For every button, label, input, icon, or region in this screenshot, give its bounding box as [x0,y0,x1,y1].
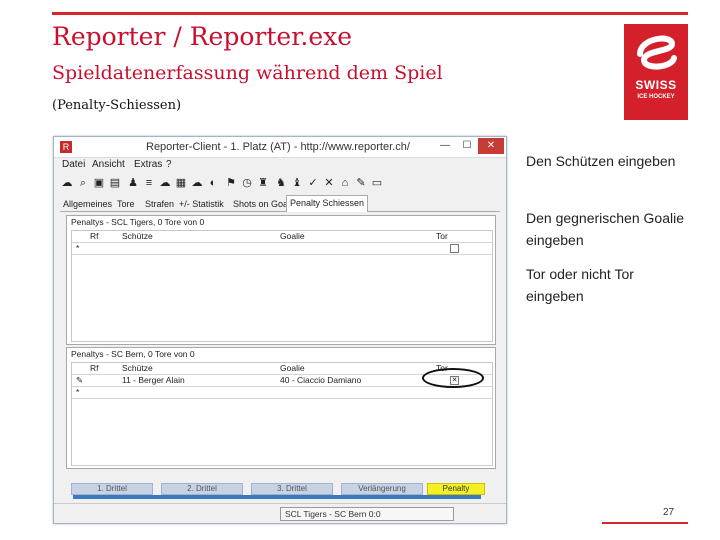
penalty-grid-home: Rf Schütze Goalie Tor * [71,230,493,342]
highlight-ellipse [422,368,484,388]
header-rule [52,12,688,15]
table-row-new[interactable]: * [72,243,492,255]
check-icon[interactable]: ✓ [306,176,320,190]
col-tor: Tor [436,231,448,241]
period-penalty[interactable]: Penalty [427,483,485,495]
list-icon[interactable]: ≡ [142,176,156,190]
goal-icon[interactable]: ◐ [206,176,220,190]
col-goalie: Goalie [280,363,305,373]
tab-strafen[interactable]: Strafen [142,197,177,211]
cloud-icon[interactable]: ☁ [190,176,204,190]
tab-allgemeines[interactable]: Allgemeines [60,197,115,211]
wrench-icon[interactable]: ✕ [322,176,336,190]
logo-text-ice-hockey: ICE HOCKEY [637,94,675,100]
app-icon: R [60,141,72,153]
period-1[interactable]: 1. Drittel [71,483,153,495]
lineup-icon[interactable]: ♞ [274,176,288,190]
tor-checkbox[interactable] [450,244,459,253]
team-icon[interactable]: ♜ [256,176,270,190]
tab-penalty-schiessen[interactable]: Penalty Schiessen [286,195,369,212]
callout-tor: Tor oder nicht Tor eingeben [526,266,634,304]
footer-rule [602,522,688,524]
logo-swirl-icon [637,35,677,70]
score-status: SCL Tigers - SC Bern 0:0 [280,507,454,521]
period-strip: 1. Drittel 2. Drittel 3. Drittel Verläng… [71,483,487,495]
period-overtime[interactable]: Verlängerung [341,483,423,495]
col-schuetze: Schütze [122,231,153,241]
shooter-cell[interactable]: 11 - Berger Alain [122,375,185,386]
upload-green-icon[interactable]: ☁ [158,176,172,190]
edit-icon[interactable]: ✎ [354,176,368,190]
referee-icon[interactable]: ♝ [290,176,304,190]
clipboard-icon[interactable]: ▤ [108,176,122,190]
logo-text-swiss: SWISS [635,78,677,92]
toolbar: ☁ ⌕ ▣ ▤ ♟ ≡ ☁ ▦ ☁ ◐ ⚑ ◷ ♜ ♞ ♝ ✓ ✕ ⌂ ✎ ▭ [54,173,506,193]
slide-subsubtitle: (Penalty-Schiessen) [52,98,182,113]
window-titlebar[interactable]: R Reporter-Client - 1. Platz (AT) - http… [54,137,506,158]
menu-extras[interactable]: Extras [134,159,162,170]
tab-statistik[interactable]: +/- Statistik [176,197,227,211]
edit-row-icon: ✎ [76,375,84,385]
close-button[interactable]: ✕ [478,138,504,154]
tab-strip: Allgemeines Tore Strafen +/- Statistik S… [60,195,500,212]
clock-icon[interactable]: ◷ [240,176,254,190]
period-2[interactable]: 2. Drittel [161,483,243,495]
tv-icon[interactable]: ▭ [370,176,384,190]
goalie-cell[interactable]: 40 - Ciaccio Damiano [280,375,361,386]
callout-goalie: Den gegnerischen Goalie eingeben [526,210,684,248]
new-row-marker: * [76,387,80,397]
menu-bar: Datei Ansicht Extras ? [54,158,506,172]
swiss-ice-hockey-logo: SWISS ICE HOCKEY [624,24,688,120]
reporter-client-window: R Reporter-Client - 1. Platz (AT) - http… [53,136,507,524]
search-icon[interactable]: ⌕ [76,176,90,190]
tab-tore[interactable]: Tore [114,197,138,211]
panel-title-away: Penaltys - SC Bern, 0 Tore von 0 [71,349,195,359]
menu-help[interactable]: ? [166,159,172,170]
grid-header: Rf Schütze Goalie Tor [72,231,492,243]
status-bar: SCL Tigers - SC Bern 0:0 [54,503,506,522]
callout-shooter: Den Schützen eingeben [526,153,676,169]
page-number: 27 [663,507,675,518]
tab-shots-on-goal[interactable]: Shots on Goal [230,197,293,211]
slide-title: Reporter / Reporter.exe [52,22,353,51]
penalty-panel-away: Penaltys - SC Bern, 0 Tore von 0 Rf Schü… [66,347,496,469]
home-icon[interactable]: ⌂ [338,176,352,190]
menu-datei[interactable]: Datei [62,159,85,170]
new-row-marker: * [76,243,80,253]
print-icon[interactable]: ▦ [174,176,188,190]
period-progress-bar [73,495,481,499]
penalty-panel-home: Penaltys - SCL Tigers, 0 Tore von 0 Rf S… [66,215,496,345]
penalty-icon[interactable]: ⚑ [224,176,238,190]
panel-title-home: Penaltys - SCL Tigers, 0 Tore von 0 [71,217,205,227]
minimize-button[interactable]: — [434,138,456,154]
upload-icon[interactable]: ☁ [60,176,74,190]
save-icon[interactable]: ▣ [92,176,106,190]
table-row-new[interactable]: * [72,387,492,399]
maximize-button[interactable]: ☐ [456,138,478,154]
period-3[interactable]: 3. Drittel [251,483,333,495]
players-icon[interactable]: ♟ [126,176,140,190]
slide-subtitle: Spieldatenerfassung während dem Spiel [52,62,443,84]
col-schuetze: Schütze [122,363,153,373]
col-rf: Rf [90,231,99,241]
menu-ansicht[interactable]: Ansicht [92,159,125,170]
col-goalie: Goalie [280,231,305,241]
window-title: Reporter-Client - 1. Platz (AT) - http:/… [146,141,410,153]
col-rf: Rf [90,363,99,373]
